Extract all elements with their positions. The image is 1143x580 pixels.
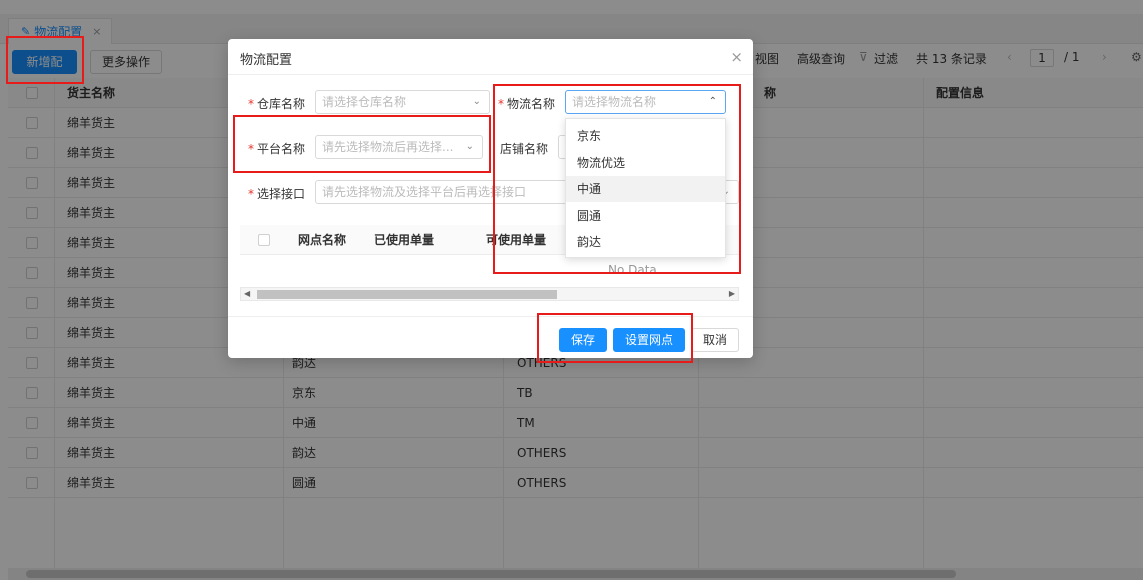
cancel-button[interactable]: 取消 xyxy=(691,328,739,352)
chevron-down-icon: ⌄ xyxy=(472,96,481,107)
scroll-right-icon[interactable]: ▶ xyxy=(729,288,735,300)
highlight-save-buttons xyxy=(537,313,693,363)
col-outlet-name[interactable]: 网点名称 xyxy=(290,225,346,255)
dialog-title: 物流配置 xyxy=(240,53,293,68)
highlight-add-button xyxy=(6,36,84,84)
warehouse-label: * 仓库名称 xyxy=(248,95,305,112)
app-window: ✎ 物流配置 × 新增配置 更多操作 视图 高级查询 ⊽ 过滤 共 13 条记录… xyxy=(0,0,1143,580)
required-mark: * xyxy=(248,187,254,201)
warehouse-label-text: 仓库名称 xyxy=(257,97,306,111)
required-mark: * xyxy=(248,97,254,111)
dialog-header: 物流配置 × xyxy=(228,39,753,75)
highlight-logistics-field xyxy=(493,84,741,274)
outlet-grid-scrollbar[interactable]: ◀ ▶ xyxy=(240,287,739,301)
interface-label-text: 选择接口 xyxy=(257,187,306,201)
interface-label: * 选择接口 xyxy=(248,185,305,202)
close-icon[interactable]: × xyxy=(730,48,743,66)
outlet-scrollbar-thumb[interactable] xyxy=(257,290,557,299)
highlight-platform-field xyxy=(233,115,491,173)
warehouse-placeholder: 请选择仓库名称 xyxy=(322,95,407,109)
outlet-select-all-checkbox[interactable] xyxy=(258,234,270,246)
col-used-qty[interactable]: 已使用单量 xyxy=(366,225,434,255)
scroll-left-icon[interactable]: ◀ xyxy=(244,288,250,300)
warehouse-select[interactable]: 请选择仓库名称 ⌄ xyxy=(315,90,490,114)
